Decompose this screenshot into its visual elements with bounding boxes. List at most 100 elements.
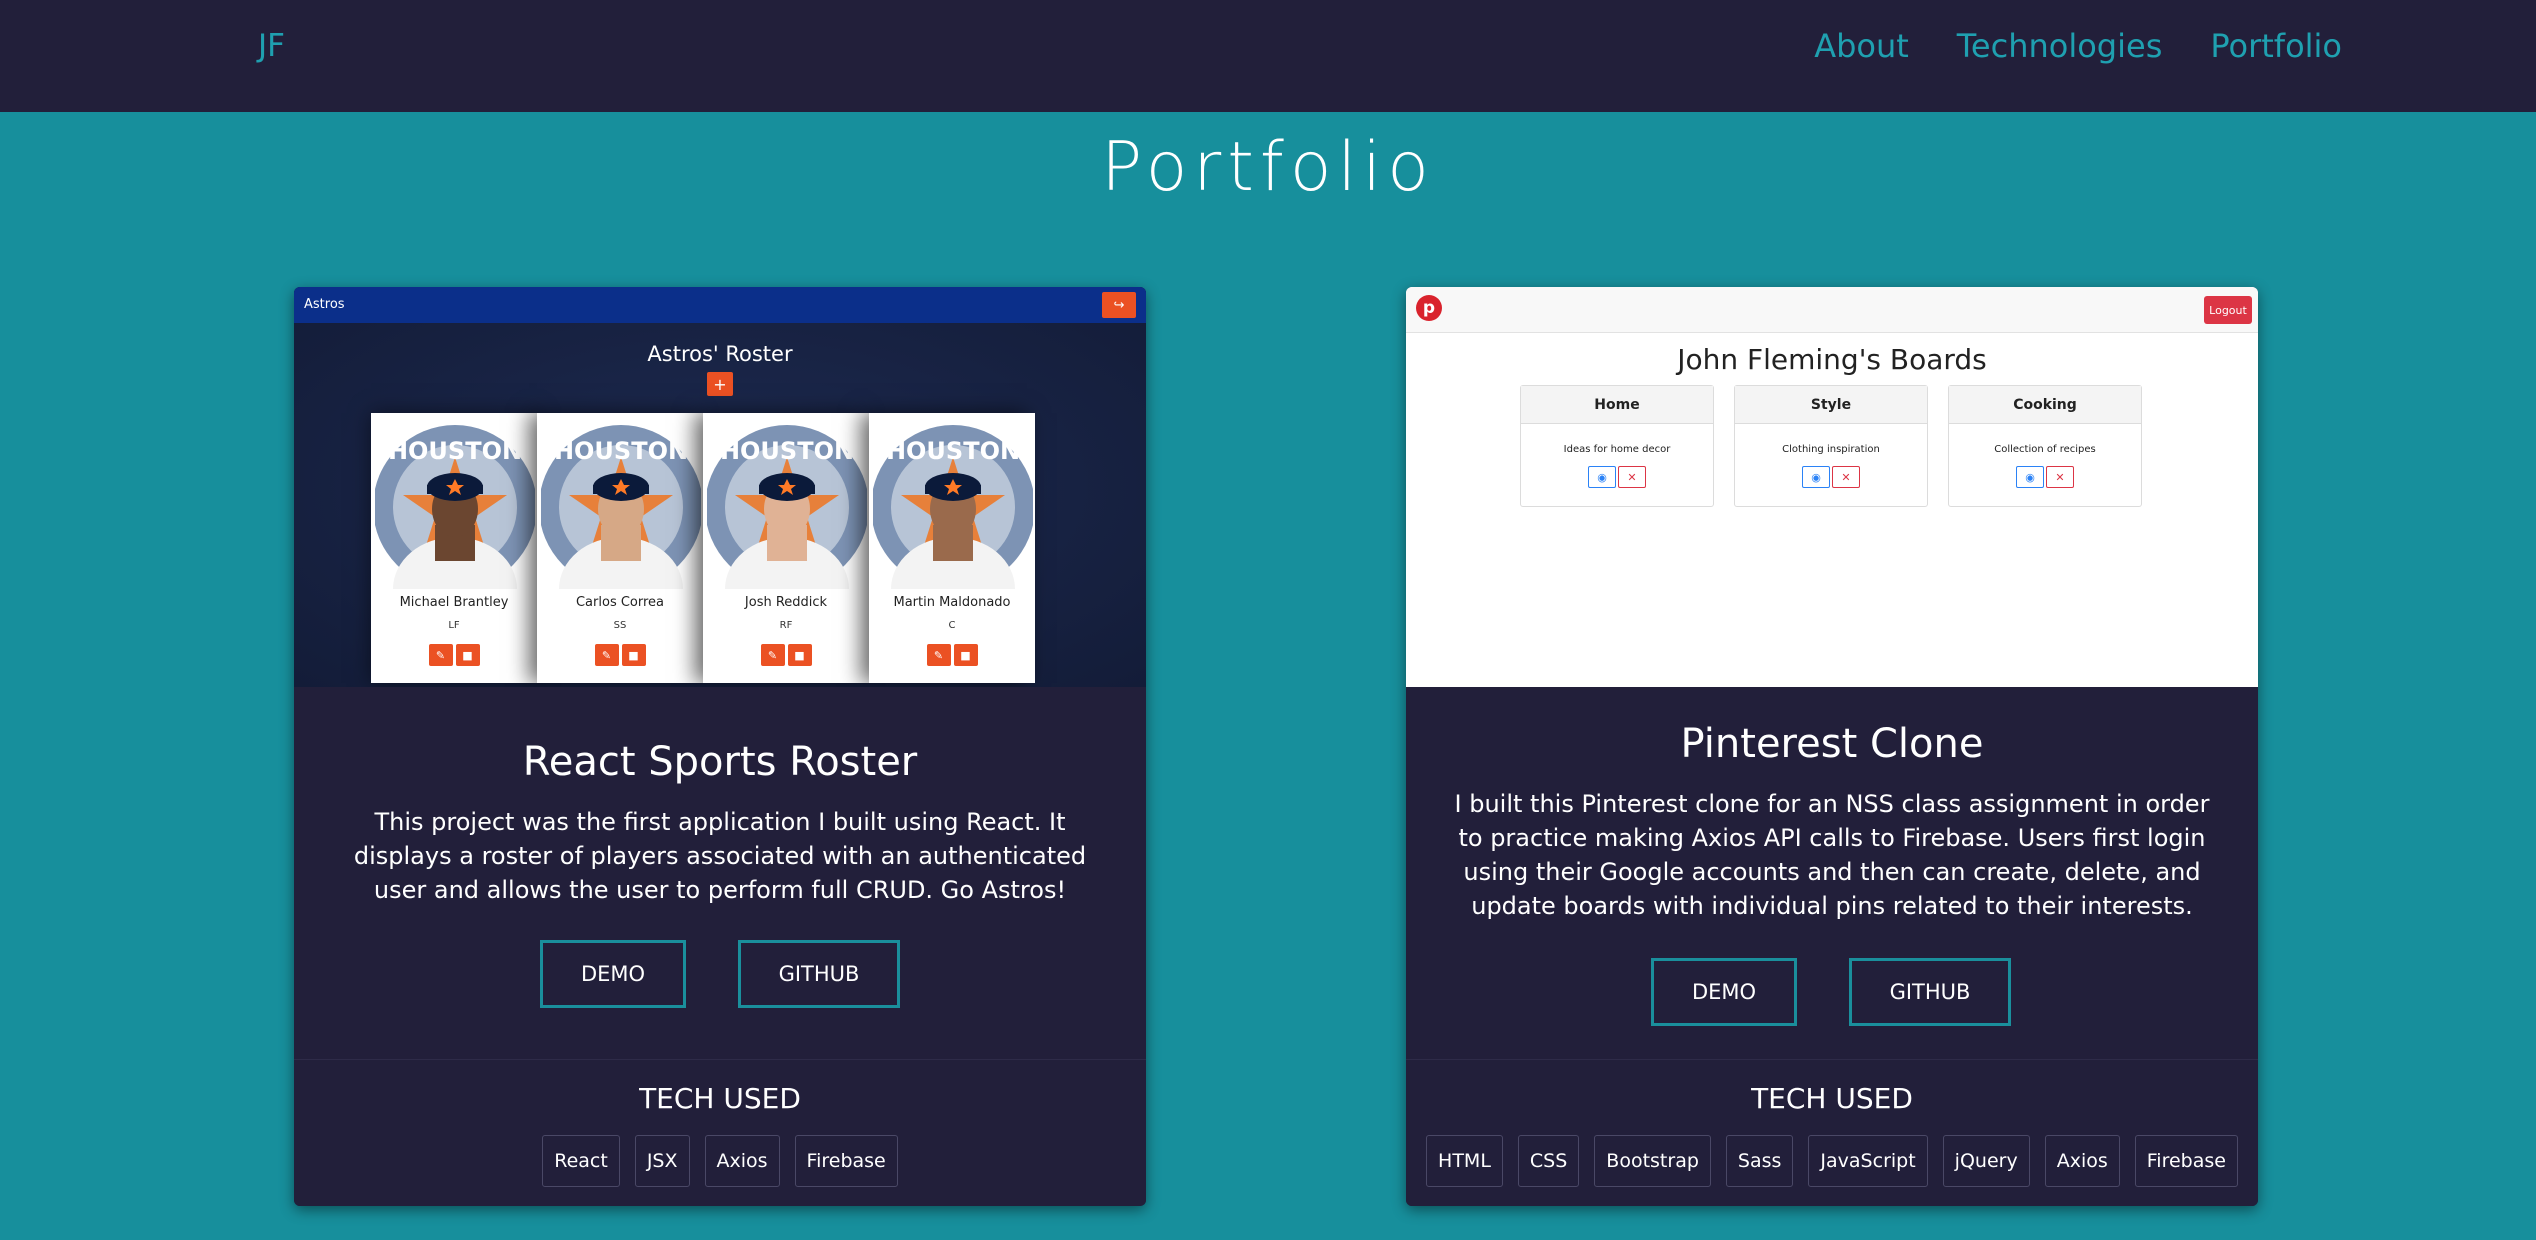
boards-heading: John Fleming's Boards: [1677, 343, 1987, 376]
tech-badge: Bootstrap: [1594, 1135, 1711, 1187]
player-position: SS: [613, 620, 627, 631]
close-icon: ✕: [2046, 466, 2074, 488]
add-player-icon: +: [707, 372, 733, 396]
project-card-pinterest: p Logout John Fleming's Boards Home Idea…: [1406, 287, 2258, 1206]
board-card: Cooking Collection of recipes ◉ ✕: [1948, 385, 2142, 507]
project-description: This project was the first application I…: [353, 808, 1087, 904]
project-title: Pinterest Clone: [1680, 721, 1984, 767]
astros-brand: Astros: [304, 297, 345, 312]
player-card: HOUSTON Martin Maldonado C ✎ ■: [869, 413, 1035, 683]
svg-text:HOUSTON: HOUSTON: [554, 437, 688, 465]
navbar: JF About Technologies Portfolio: [0, 0, 2536, 112]
board-name: Cooking: [1949, 386, 2141, 424]
board-description: Clothing inspiration: [1782, 444, 1880, 455]
astros-navbar: Astros ↪: [294, 287, 1146, 323]
board-name: Home: [1521, 386, 1713, 424]
player-actions: ✎ ■: [869, 644, 1035, 666]
svg-text:HOUSTON: HOUSTON: [720, 437, 854, 465]
player-card: HOUSTON Josh Reddick RF ✎ ■: [703, 413, 869, 683]
pinterest-app-preview: p Logout John Fleming's Boards Home Idea…: [1406, 287, 2258, 687]
board-description: Ideas for home decor: [1563, 444, 1671, 455]
eye-icon: ◉: [1588, 466, 1616, 488]
tech-badge: jQuery: [1942, 1135, 2030, 1187]
player-name: Josh Reddick: [744, 595, 828, 610]
tech-list: React JSX Axios Firebase: [294, 1135, 1146, 1187]
trash-icon: ■: [787, 644, 812, 666]
tech-badge: Firebase: [794, 1135, 898, 1187]
demo-button[interactable]: DEMO: [1651, 958, 1797, 1026]
eye-icon: ◉: [1802, 466, 1830, 488]
edit-icon: ✎: [594, 644, 619, 666]
nav-links: About Technologies Portfolio: [1814, 27, 2342, 65]
tech-badge: Axios: [704, 1135, 780, 1187]
player-card: HOUSTON Carlos Correa SS ✎ ■: [537, 413, 703, 683]
player-name: Carlos Correa: [575, 595, 665, 610]
player-card: HOUSTON Michael Brantley LF ✎ ■: [371, 413, 537, 683]
player-photo: HOUSTON: [707, 417, 867, 589]
board-actions: ◉ ✕: [1735, 466, 1927, 488]
tech-badge: JSX: [634, 1135, 690, 1187]
player-position: C: [948, 620, 956, 631]
board-actions: ◉ ✕: [1521, 466, 1713, 488]
project-description: I built this Pinterest clone for an NSS …: [1454, 790, 2210, 920]
player-photo: HOUSTON: [541, 417, 701, 589]
project-screenshot: Astros ↪ Astros' Roster + HOUSTON Michae…: [294, 287, 1146, 687]
brand-logo[interactable]: JF: [258, 28, 285, 64]
tech-heading: TECH USED: [639, 1082, 801, 1115]
project-screenshot: p Logout John Fleming's Boards Home Idea…: [1406, 287, 2258, 687]
player-actions: ✎ ■: [371, 644, 537, 666]
svg-text:HOUSTON: HOUSTON: [886, 437, 1020, 465]
player-cards: HOUSTON Michael Brantley LF ✎ ■ HOUSTON …: [371, 413, 1071, 683]
github-button[interactable]: GITHUB: [1849, 958, 2011, 1026]
player-position: RF: [779, 620, 793, 631]
board-actions: ◉ ✕: [1949, 466, 2141, 488]
edit-icon: ✎: [760, 644, 785, 666]
tech-badge: HTML: [1426, 1135, 1503, 1187]
nav-link-portfolio[interactable]: Portfolio: [2210, 27, 2342, 65]
eye-icon: ◉: [2016, 466, 2044, 488]
close-icon: ✕: [1832, 466, 1860, 488]
trash-icon: ■: [455, 644, 480, 666]
board-card: Style Clothing inspiration ◉ ✕: [1734, 385, 1928, 507]
trash-icon: ■: [953, 644, 978, 666]
pinterest-logo-icon: p: [1416, 295, 1442, 321]
demo-button[interactable]: DEMO: [540, 940, 686, 1008]
board-name: Style: [1735, 386, 1927, 424]
tech-footer: TECH USED React JSX Axios Firebase: [294, 1059, 1146, 1206]
tech-badge: CSS: [1517, 1135, 1580, 1187]
nav-link-technologies[interactable]: Technologies: [1957, 27, 2163, 65]
pinterest-logout: Logout: [2204, 296, 2252, 324]
tech-list: HTML CSS Bootstrap Sass JavaScript jQuer…: [1406, 1135, 2258, 1187]
tech-badge: JavaScript: [1808, 1135, 1928, 1187]
player-photo: HOUSTON: [375, 417, 535, 589]
player-position: LF: [448, 620, 460, 631]
github-button[interactable]: GITHUB: [738, 940, 900, 1008]
nav-link-about[interactable]: About: [1814, 27, 1909, 65]
project-card-roster: Astros ↪ Astros' Roster + HOUSTON Michae…: [294, 287, 1146, 1206]
player-actions: ✎ ■: [537, 644, 703, 666]
tech-footer: TECH USED HTML CSS Bootstrap Sass JavaSc…: [1406, 1059, 2258, 1206]
player-actions: ✎ ■: [703, 644, 869, 666]
page-title: Portfolio: [1101, 128, 1435, 207]
pinterest-navbar: p Logout: [1406, 287, 2258, 333]
tech-badge: Sass: [1725, 1135, 1794, 1187]
project-title: React Sports Roster: [522, 739, 918, 785]
tech-heading: TECH USED: [1751, 1082, 1913, 1115]
board-card: Home Ideas for home decor ◉ ✕: [1520, 385, 1714, 507]
astros-app-preview: Astros ↪ Astros' Roster + HOUSTON Michae…: [294, 287, 1146, 687]
tech-badge: Axios: [2044, 1135, 2120, 1187]
svg-text:HOUSTON: HOUSTON: [388, 437, 522, 465]
board-description: Collection of recipes: [1994, 444, 2096, 455]
player-name: Martin Maldonado: [893, 595, 1011, 610]
tech-badge: React: [542, 1135, 620, 1187]
edit-icon: ✎: [428, 644, 453, 666]
trash-icon: ■: [621, 644, 646, 666]
boards-list: Home Ideas for home decor ◉ ✕ Style Clot…: [1520, 385, 2142, 507]
logout-icon: ↪: [1102, 292, 1136, 318]
player-name: Michael Brantley: [399, 595, 509, 610]
tech-badge: Firebase: [2134, 1135, 2238, 1187]
player-photo: HOUSTON: [873, 417, 1033, 589]
edit-icon: ✎: [926, 644, 951, 666]
close-icon: ✕: [1618, 466, 1646, 488]
astros-roster-heading: Astros' Roster: [647, 342, 793, 366]
